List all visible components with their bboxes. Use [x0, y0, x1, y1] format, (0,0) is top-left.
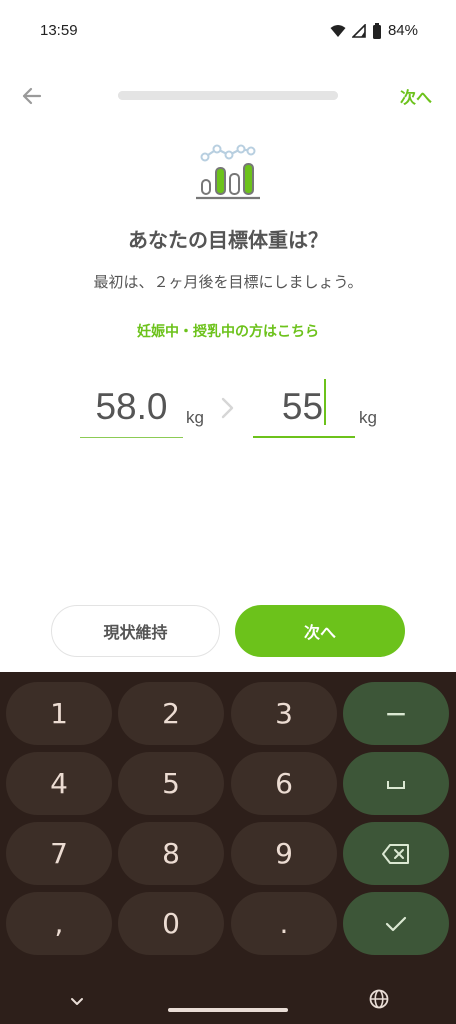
gesture-bar[interactable] [168, 1008, 288, 1012]
key-4[interactable]: 4 [6, 752, 112, 815]
pregnancy-link[interactable]: 妊娠中・授乳中の方はこちら [0, 321, 456, 341]
battery-percent: 84% [387, 22, 418, 39]
keyboard-nav-bar [0, 978, 456, 1024]
key-period[interactable]: . [231, 892, 337, 955]
progress-bar-fill [118, 91, 338, 100]
key-0[interactable]: 0 [118, 892, 224, 955]
current-weight-value: 58.0 [95, 386, 168, 427]
chevron-right-icon [219, 396, 237, 420]
next-button[interactable]: 次へ [235, 605, 405, 657]
key-done[interactable] [343, 892, 449, 955]
page-subtitle: 最初は、２ヶ月後を目標にしましょう。 [93, 273, 363, 291]
text-cursor [324, 379, 327, 425]
current-weight-unit: kg [186, 408, 204, 427]
space-icon [385, 777, 407, 791]
target-weight-row: 55 [253, 379, 355, 428]
target-weight-value: 55 [281, 386, 324, 427]
key-3[interactable]: 3 [231, 682, 337, 745]
key-5[interactable]: 5 [118, 752, 224, 815]
battery-icon [372, 22, 382, 39]
current-weight-underline [80, 436, 183, 438]
status-icons: 84% [330, 22, 418, 39]
globe-icon[interactable] [368, 988, 390, 1010]
page-title: あなたの目標体重は？ [128, 228, 328, 252]
key-7[interactable]: 7 [6, 822, 112, 885]
key-8[interactable]: 8 [118, 822, 224, 885]
key-6[interactable]: 6 [231, 752, 337, 815]
target-weight-field[interactable]: 55 [253, 379, 355, 438]
status-bar: 13:59 84% [0, 0, 456, 64]
arrow-left-icon[interactable] [18, 82, 46, 110]
key-space[interactable] [343, 752, 449, 815]
numeric-keyboard: 1 2 3 − 4 5 6 7 8 9 , 0 . [0, 672, 456, 1024]
current-weight-field[interactable]: 58.0 [80, 386, 183, 438]
target-weight-unit: kg [359, 408, 377, 427]
backspace-icon [381, 843, 411, 865]
key-9[interactable]: 9 [231, 822, 337, 885]
header-next-button[interactable]: 次へ [400, 84, 432, 108]
checkmark-icon [384, 914, 408, 934]
key-2[interactable]: 2 [118, 682, 224, 745]
chart-icon [193, 140, 263, 202]
signal-icon [351, 23, 366, 38]
key-comma[interactable]: , [6, 892, 112, 955]
key-1[interactable]: 1 [6, 682, 112, 745]
progress-bar [118, 91, 338, 100]
target-weight-underline [253, 436, 355, 438]
key-minus[interactable]: − [343, 682, 449, 745]
wifi-icon [330, 24, 346, 38]
keep-current-button[interactable]: 現状維持 [51, 605, 220, 657]
status-time: 13:59 [40, 22, 78, 39]
screen: 13:59 84% 次へ あなたの目標体重は？ 最初は、２ヶ月後を目標にしましょ… [0, 0, 456, 1024]
chevron-down-icon[interactable] [66, 990, 88, 1012]
key-backspace[interactable] [343, 822, 449, 885]
